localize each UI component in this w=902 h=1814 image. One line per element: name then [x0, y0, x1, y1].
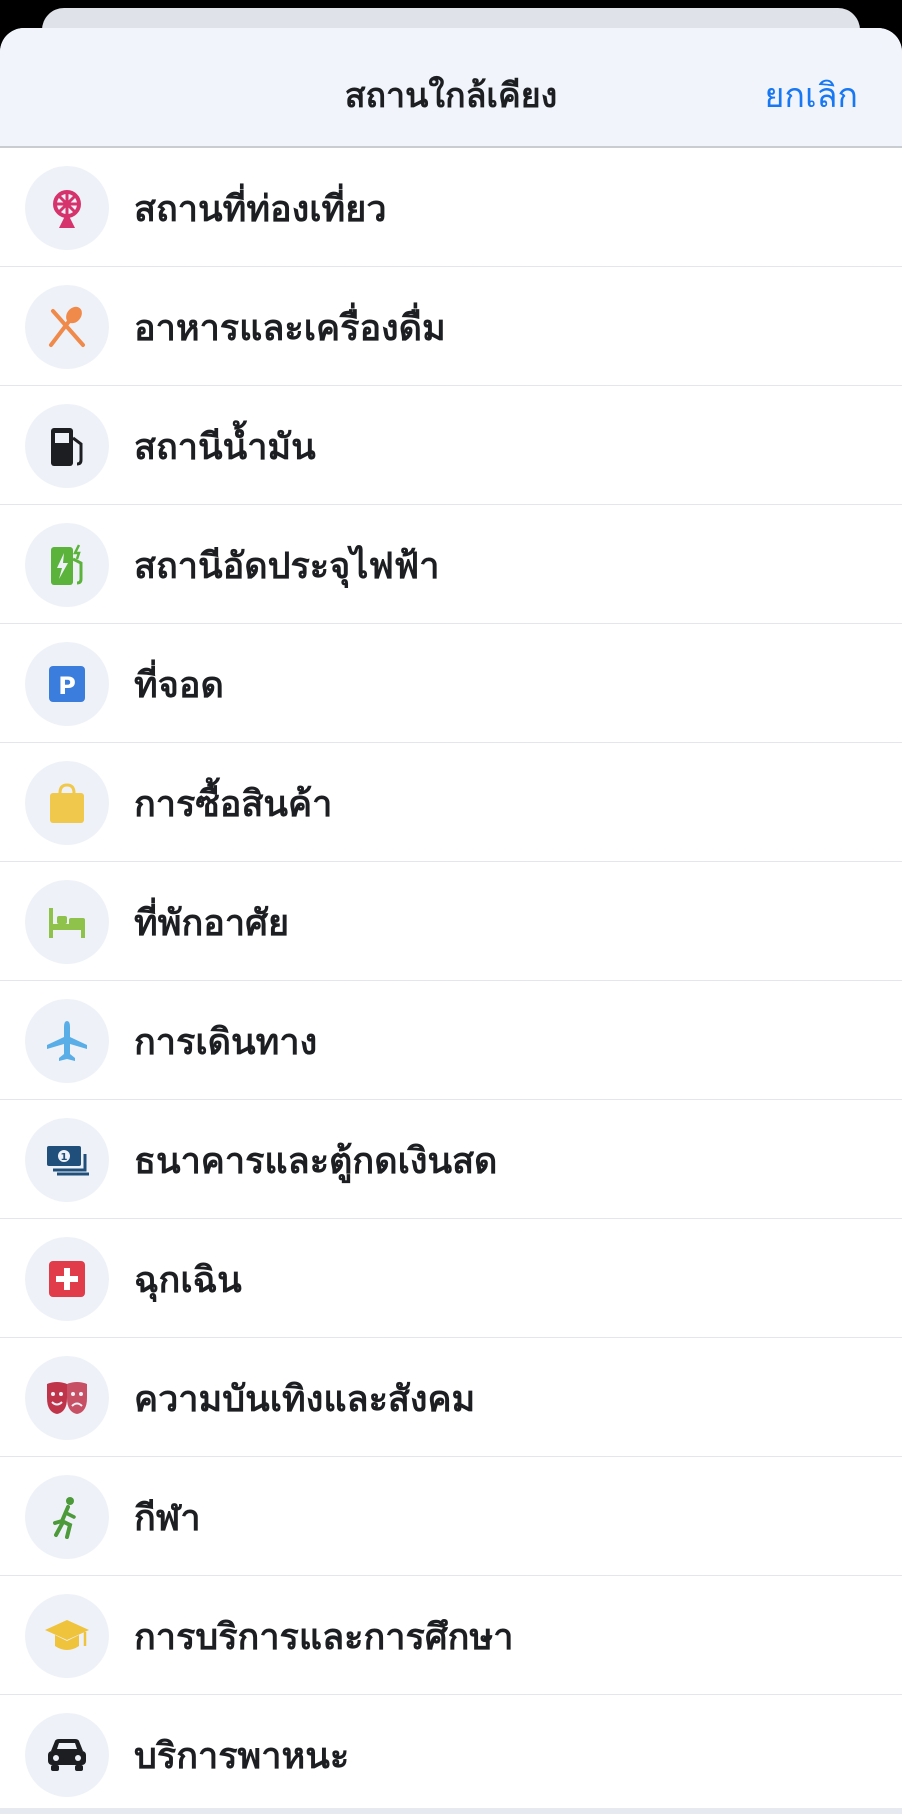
- cash-icon: 1: [25, 1118, 109, 1202]
- car-icon: [25, 1713, 109, 1797]
- category-item[interactable]: การบริการและการศึกษา: [0, 1576, 902, 1695]
- category-label: การบริการและการศึกษา: [134, 1617, 514, 1658]
- category-item[interactable]: อาหารและเครื่องดื่ม: [0, 267, 902, 386]
- category-item[interactable]: สถานีอัดประจุไฟฟ้า: [0, 505, 902, 624]
- category-item[interactable]: สถานีน้ำมัน: [0, 386, 902, 505]
- nearby-places-sheet: สถานใกล้เคียง ยกเลิก สถานที่ท่องเที่ยวอา…: [0, 28, 902, 1814]
- svg-text:P: P: [58, 672, 76, 700]
- parking-icon: P: [25, 642, 109, 726]
- sheet-bottom-edge: [0, 1808, 902, 1814]
- airplane-icon: [25, 999, 109, 1083]
- category-label: สถานีน้ำมัน: [134, 427, 316, 468]
- runner-icon: [25, 1475, 109, 1559]
- category-label: การซื้อสินค้า: [134, 784, 333, 825]
- category-list: สถานที่ท่องเที่ยวอาหารและเครื่องดื่มสถาน…: [0, 148, 902, 1814]
- category-label: ที่จอด: [134, 665, 224, 706]
- category-label: ธนาคารและตู้กดเงินสด: [134, 1141, 498, 1182]
- cancel-button[interactable]: ยกเลิก: [764, 68, 858, 122]
- category-label: อาหารและเครื่องดื่ม: [134, 308, 446, 349]
- category-item[interactable]: ที่พักอาศัย: [0, 862, 902, 981]
- category-label: ที่พักอาศัย: [134, 903, 290, 944]
- ev-charger-icon: [25, 523, 109, 607]
- category-label: สถานที่ท่องเที่ยว: [134, 189, 387, 230]
- bed-icon: [25, 880, 109, 964]
- category-item[interactable]: การเดินทาง: [0, 981, 902, 1100]
- category-label: กีฬา: [134, 1498, 201, 1539]
- svg-text:1: 1: [61, 1152, 68, 1163]
- category-item[interactable]: ฉุกเฉิน: [0, 1219, 902, 1338]
- fuel-pump-icon: [25, 404, 109, 488]
- category-label: ความบันเทิงและสังคม: [134, 1379, 476, 1420]
- first-aid-icon: [25, 1237, 109, 1321]
- ferris-wheel-icon: [25, 166, 109, 250]
- category-label: การเดินทาง: [134, 1022, 318, 1063]
- category-item[interactable]: ความบันเทิงและสังคม: [0, 1338, 902, 1457]
- category-item[interactable]: P ที่จอด: [0, 624, 902, 743]
- fork-spoon-icon: [25, 285, 109, 369]
- category-label: ฉุกเฉิน: [134, 1260, 242, 1301]
- category-item[interactable]: บริการพาหนะ: [0, 1695, 902, 1814]
- category-item[interactable]: กีฬา: [0, 1457, 902, 1576]
- category-item[interactable]: 1 ธนาคารและตู้กดเงินสด: [0, 1100, 902, 1219]
- theater-masks-icon: [25, 1356, 109, 1440]
- graduation-cap-icon: [25, 1594, 109, 1678]
- category-item[interactable]: สถานที่ท่องเที่ยว: [0, 148, 902, 267]
- category-item[interactable]: การซื้อสินค้า: [0, 743, 902, 862]
- sheet-header: สถานใกล้เคียง ยกเลิก: [0, 28, 902, 148]
- category-label: บริการพาหนะ: [134, 1736, 350, 1777]
- category-label: สถานีอัดประจุไฟฟ้า: [134, 546, 440, 587]
- shopping-bag-icon: [25, 761, 109, 845]
